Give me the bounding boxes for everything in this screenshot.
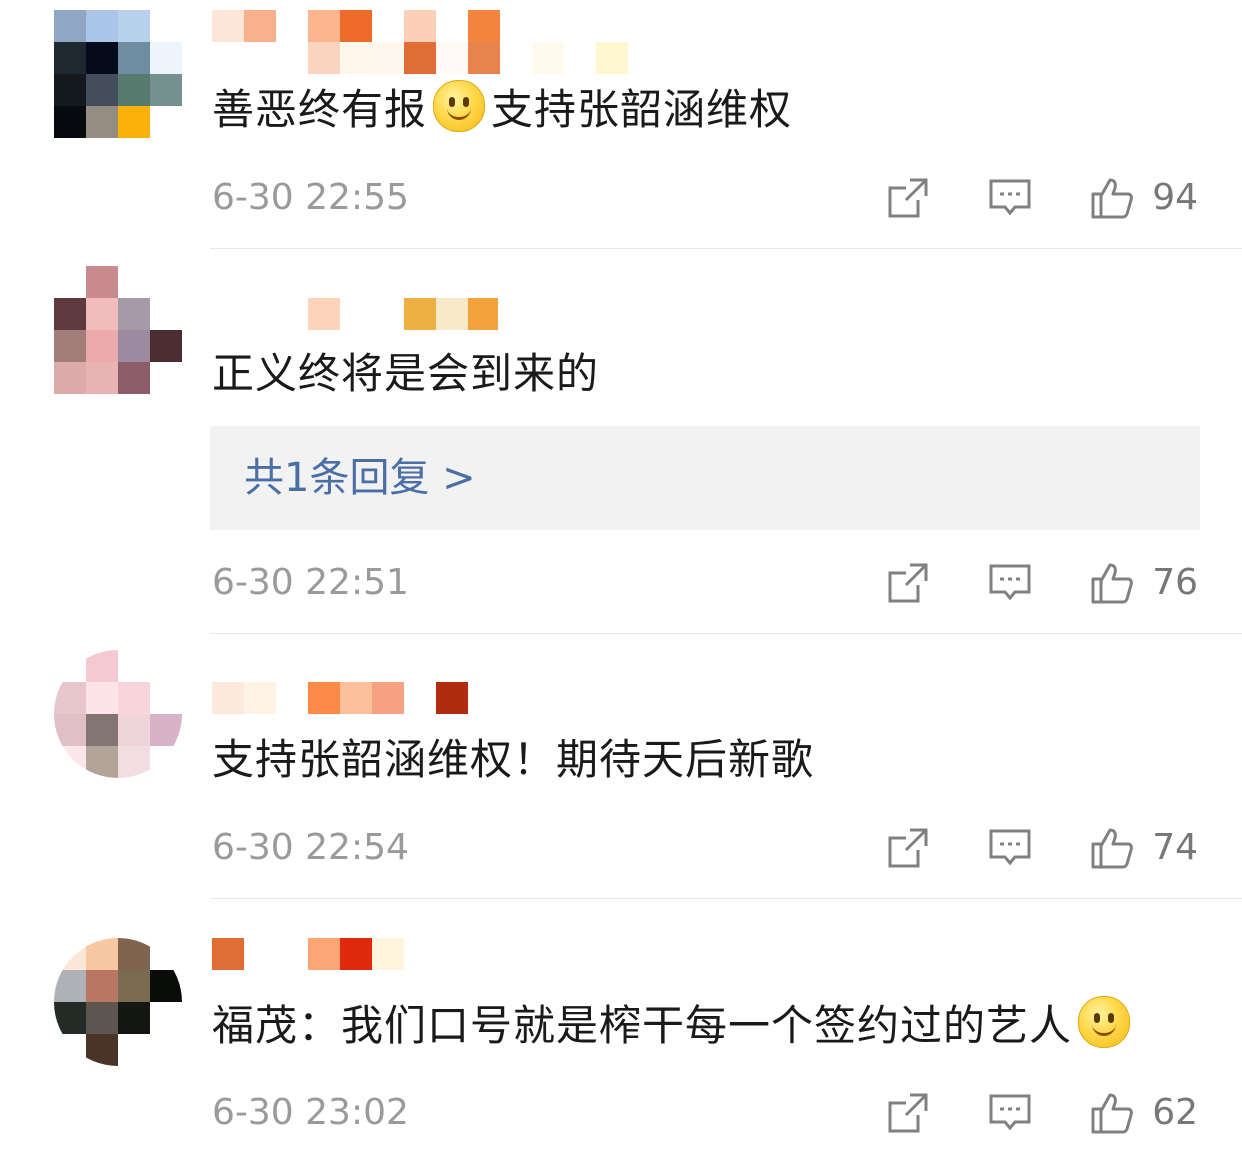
- username[interactable]: [212, 938, 404, 1002]
- comment-actions: 76: [886, 561, 1198, 605]
- like-icon: [1091, 1093, 1134, 1134]
- divider: [210, 248, 1242, 249]
- timestamp: 6-30 22:51: [212, 562, 409, 603]
- comment-actions: 74: [886, 826, 1198, 870]
- divider: [210, 898, 1242, 899]
- comment-actions: 94: [886, 176, 1198, 220]
- like-button[interactable]: 94: [1090, 176, 1198, 220]
- reply-link[interactable]: 共1条回复 >: [244, 452, 476, 504]
- like-icon: [1091, 828, 1134, 869]
- reply-summary[interactable]: 共1条回复 >: [210, 426, 1200, 530]
- like-button[interactable]: 74: [1090, 826, 1198, 870]
- avatar[interactable]: [54, 266, 182, 394]
- avatar[interactable]: [54, 10, 182, 138]
- comment-icon[interactable]: [988, 176, 1032, 220]
- comment-icon[interactable]: [988, 1091, 1032, 1135]
- forward-icon[interactable]: [886, 176, 930, 220]
- like-count: 74: [1152, 827, 1198, 868]
- forward-icon[interactable]: [886, 826, 930, 870]
- comment-text-part: 支持张韶涵维权: [491, 85, 793, 134]
- comment-text: 善恶终有报 支持张韶涵维权: [212, 80, 792, 138]
- avatar[interactable]: [54, 650, 182, 778]
- divider: [210, 633, 1242, 634]
- like-count: 76: [1152, 562, 1198, 603]
- username[interactable]: [212, 10, 660, 74]
- like-button[interactable]: 62: [1090, 1091, 1198, 1135]
- comment-text-part: 福茂：我们口号就是榨干每一个签约过的艺人: [212, 1001, 1073, 1050]
- like-count: 94: [1152, 177, 1198, 218]
- comment-text-part: 正义终将是会到来的: [212, 349, 600, 398]
- comment-text: 正义终将是会到来的: [212, 346, 599, 402]
- avatar[interactable]: [54, 938, 182, 1066]
- like-icon: [1091, 178, 1134, 219]
- comment-text-part: 支持张韶涵维权！期待天后新歌: [212, 735, 815, 784]
- like-button[interactable]: 76: [1090, 561, 1198, 605]
- comment-actions: 62: [886, 1091, 1198, 1135]
- comment-icon[interactable]: [988, 561, 1032, 605]
- like-count: 62: [1152, 1092, 1198, 1133]
- forward-icon[interactable]: [886, 561, 930, 605]
- comment-text-part: 善恶终有报: [212, 85, 428, 134]
- timestamp: 6-30 23:02: [212, 1092, 409, 1133]
- comment-icon[interactable]: [988, 826, 1032, 870]
- timestamp: 6-30 22:54: [212, 827, 409, 868]
- smile-emoji-icon: [433, 80, 486, 132]
- comment-text: 福茂：我们口号就是榨干每一个签约过的艺人: [212, 996, 1136, 1054]
- forward-icon[interactable]: [886, 1091, 930, 1135]
- like-icon: [1091, 563, 1134, 604]
- comment-text: 支持张韶涵维权！期待天后新歌: [212, 732, 814, 788]
- smile-emoji-icon: [1078, 996, 1131, 1048]
- timestamp: 6-30 22:55: [212, 177, 409, 218]
